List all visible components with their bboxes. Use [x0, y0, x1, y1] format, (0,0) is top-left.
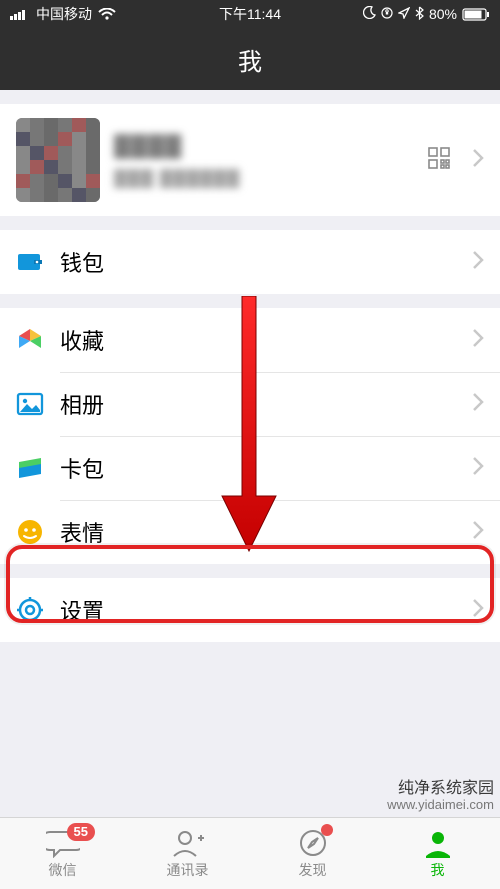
watermark-line2: www.yidaimei.com [387, 798, 494, 813]
status-time: 下午11:44 [170, 4, 330, 24]
tab-bar: 微信 55 通讯录 发现 我 [0, 817, 500, 889]
tab-discover-label: 发现 [299, 860, 327, 880]
wifi-icon [98, 8, 116, 21]
profile-id: ▓▓▓ ▓▓▓▓▓▓ [114, 168, 414, 188]
wallet-icon [16, 248, 44, 276]
tab-discover-badge [321, 824, 333, 836]
chevron-right-icon [472, 598, 484, 623]
status-left: 中国移动 [10, 4, 170, 24]
photos-row[interactable]: 相册 [0, 372, 500, 436]
favorites-label: 收藏 [60, 324, 456, 356]
wallet-label: 钱包 [60, 246, 456, 278]
chevron-right-icon [472, 456, 484, 481]
tab-contacts-label: 通讯录 [167, 860, 209, 880]
stickers-label: 表情 [60, 516, 456, 548]
chevron-right-icon [472, 148, 484, 173]
signal-icon [10, 8, 30, 20]
moon-icon [363, 6, 376, 22]
stickers-row[interactable]: 表情 [0, 500, 500, 564]
qr-icon[interactable] [428, 147, 450, 174]
tab-discover[interactable]: 发现 [250, 818, 375, 889]
watermark: 纯净系统家园 www.yidaimei.com [387, 780, 494, 813]
chevron-right-icon [472, 328, 484, 353]
battery-percent: 80% [429, 6, 457, 22]
tab-chats-badge: 55 [67, 823, 95, 841]
battery-icon [462, 8, 490, 21]
bluetooth-icon [415, 6, 424, 23]
page-header: 我 [0, 28, 500, 90]
favorites-row[interactable]: 收藏 [0, 308, 500, 372]
wallet-row[interactable]: 钱包 [0, 230, 500, 294]
settings-row[interactable]: 设置 [0, 578, 500, 642]
cards-icon [16, 454, 44, 482]
chevron-right-icon [472, 520, 484, 545]
tab-chats[interactable]: 微信 55 [0, 818, 125, 889]
profile-text: ▓▓▓▓ ▓▓▓ ▓▓▓▓▓▓ [114, 132, 414, 188]
avatar [16, 118, 100, 202]
settings-icon [16, 596, 44, 624]
photos-icon [16, 390, 44, 418]
location-icon [398, 6, 410, 22]
stickers-icon [16, 518, 44, 546]
tab-me[interactable]: 我 [375, 818, 500, 889]
wallet-section: 钱包 [0, 230, 500, 294]
favorites-icon [16, 326, 44, 354]
status-right: 80% [330, 6, 490, 23]
chevron-right-icon [472, 392, 484, 417]
photos-label: 相册 [60, 388, 456, 420]
settings-section: 设置 [0, 578, 500, 642]
profile-section: ▓▓▓▓ ▓▓▓ ▓▓▓▓▓▓ [0, 104, 500, 216]
watermark-line1: 纯净系统家园 [387, 780, 494, 798]
tab-chats-label: 微信 [49, 860, 77, 880]
status-bar: 中国移动 下午11:44 80% [0, 0, 500, 28]
carrier-label: 中国移动 [36, 4, 92, 24]
tab-contacts[interactable]: 通讯录 [125, 818, 250, 889]
middle-section: 收藏 相册 卡包 表情 [0, 308, 500, 564]
settings-label: 设置 [60, 594, 456, 626]
lock-icon [381, 6, 393, 22]
profile-card[interactable]: ▓▓▓▓ ▓▓▓ ▓▓▓▓▓▓ [0, 104, 500, 216]
tab-me-label: 我 [431, 860, 445, 880]
cards-row[interactable]: 卡包 [0, 436, 500, 500]
cards-label: 卡包 [60, 452, 456, 484]
page-title: 我 [238, 42, 262, 77]
chevron-right-icon [472, 250, 484, 275]
profile-name: ▓▓▓▓ [114, 132, 414, 158]
